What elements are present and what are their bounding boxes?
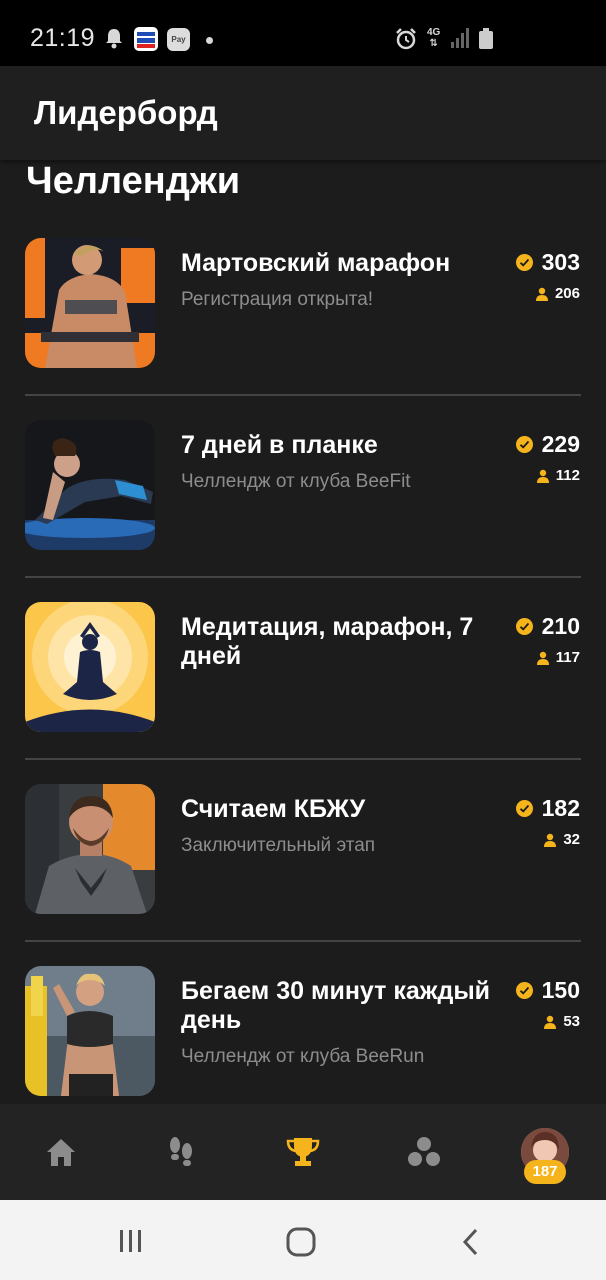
pay-icon: Pay xyxy=(167,28,190,51)
challenge-subtitle: Регистрация открыта! xyxy=(181,289,374,310)
status-time: 21:19 xyxy=(30,24,96,52)
challenge-title: Мартовский марафон xyxy=(181,249,451,277)
challenge-title: Медитация, марафон, 7 дней xyxy=(181,613,474,670)
footsteps-icon xyxy=(170,1137,192,1166)
challenge-points: 182 xyxy=(515,795,580,822)
signal-icon xyxy=(451,28,469,48)
person-icon xyxy=(544,833,557,847)
challenge-points: 303 xyxy=(515,249,580,276)
check-coin-icon xyxy=(515,436,533,453)
alarm-icon xyxy=(396,28,416,50)
challenge-thumbnail xyxy=(25,966,155,1096)
person-icon xyxy=(536,469,549,483)
challenge-item[interactable]: Считаем КБЖУ Заключительный этап 182 32 xyxy=(0,706,606,942)
community-icon xyxy=(408,1137,440,1166)
challenge-points: 150 xyxy=(515,977,580,1004)
check-coin-icon xyxy=(515,800,533,817)
home-button-icon[interactable] xyxy=(286,1227,316,1257)
challenge-item[interactable]: Медитация, марафон, 7 дней 210 117 xyxy=(0,524,606,760)
check-coin-icon xyxy=(515,254,533,271)
check-coin-icon xyxy=(515,982,533,999)
challenge-subtitle: Заключительный этап xyxy=(181,835,376,856)
check-coin-icon xyxy=(515,618,533,635)
bottom-navigation xyxy=(0,1104,606,1200)
4g-icon: 4G ⇅ xyxy=(427,27,441,49)
challenge-participants: 117 xyxy=(536,649,580,666)
challenge-points: 210 xyxy=(515,613,580,640)
challenge-item[interactable]: Бегаем 30 минут каждый день Челлендж от … xyxy=(0,888,606,1096)
system-navigation-bar xyxy=(0,1200,606,1280)
challenge-participants: 32 xyxy=(544,831,580,848)
challenge-title: Бегаем 30 минут каждый день xyxy=(181,977,491,1034)
challenge-subtitle: Челлендж от клуба BeeFit xyxy=(181,471,411,492)
nav-leaderboard[interactable] xyxy=(263,1104,343,1200)
challenge-item[interactable]: 7 дней в планке Челлендж от клуба BeeFit… xyxy=(0,342,606,578)
challenges-list-container[interactable]: Челленджи Мартовский марафон Регистрация… xyxy=(0,160,606,1104)
person-icon xyxy=(544,1015,557,1029)
nav-activity[interactable] xyxy=(141,1104,221,1200)
challenge-participants: 53 xyxy=(544,1013,580,1030)
pdd-app-icon xyxy=(134,27,158,51)
trophy-icon xyxy=(286,1138,320,1166)
challenge-points: 229 xyxy=(515,431,580,458)
battery-icon xyxy=(479,28,493,49)
app-header: Лидерборд xyxy=(0,66,606,160)
person-icon xyxy=(536,651,549,665)
nav-community[interactable] xyxy=(384,1104,464,1200)
page-title: Лидерборд xyxy=(34,94,218,131)
status-bar: 21:19 Pay 4G ⇅ xyxy=(0,0,606,66)
recent-apps-icon[interactable] xyxy=(118,1228,144,1254)
challenge-title: Считаем КБЖУ xyxy=(181,795,366,823)
home-icon xyxy=(47,1139,75,1166)
bell-icon xyxy=(106,29,122,49)
person-icon xyxy=(535,287,548,301)
profile-badge: 187 xyxy=(524,1160,566,1184)
challenge-participants: 206 xyxy=(535,285,580,302)
nav-home[interactable] xyxy=(21,1104,101,1200)
challenge-subtitle: Челлендж от клуба BeeRun xyxy=(181,1046,425,1067)
dot-icon xyxy=(206,37,213,44)
back-icon[interactable] xyxy=(460,1227,480,1257)
challenge-item[interactable]: Мартовский марафон Регистрация открыта! … xyxy=(0,160,606,396)
challenge-title: 7 дней в планке xyxy=(181,431,378,459)
challenge-participants: 112 xyxy=(536,467,580,484)
